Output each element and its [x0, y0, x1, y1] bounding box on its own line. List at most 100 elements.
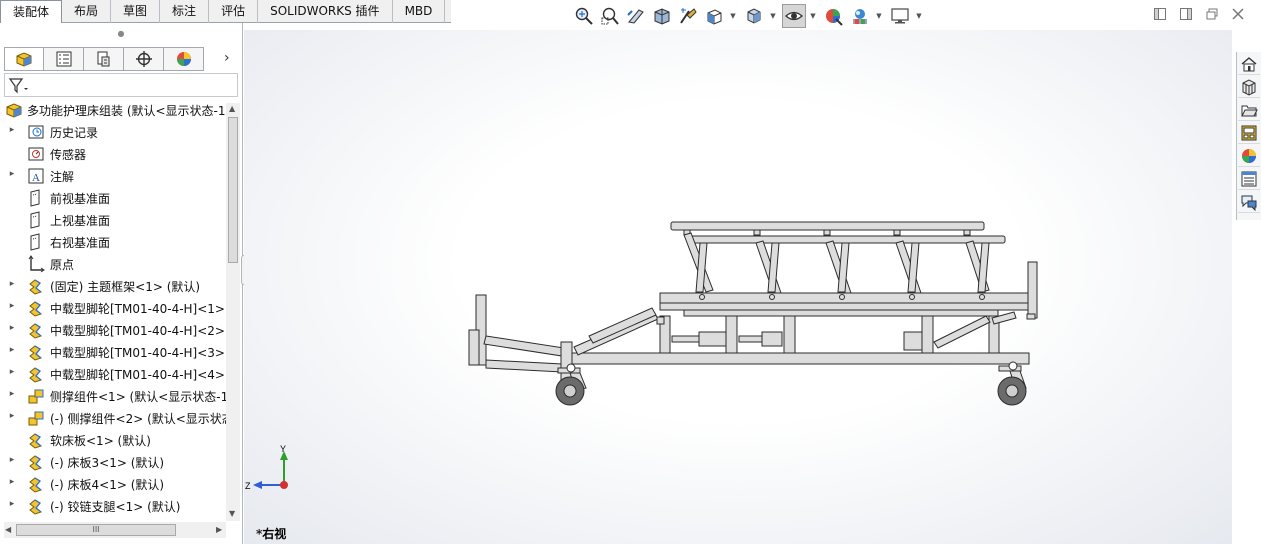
panel-more-chevron-icon[interactable]: ›: [224, 50, 238, 68]
expand-arrow-icon[interactable]: ▸: [7, 301, 17, 311]
part-icon: [29, 323, 43, 339]
scroll-up-icon[interactable]: ▲: [229, 104, 235, 113]
file-explorer-icon[interactable]: [1238, 99, 1260, 121]
subassembly-icon: [28, 411, 44, 426]
tree-item[interactable]: ▸ (固定) 主题框架<1> (默认): [0, 275, 226, 297]
tree-item[interactable]: 传感器: [0, 143, 226, 165]
filter-icon[interactable]: [8, 76, 32, 96]
tree-item[interactable]: 前视基准面: [0, 187, 226, 209]
close-icon[interactable]: [1225, 4, 1251, 24]
tab-assembly[interactable]: 装配体: [0, 0, 63, 24]
dynamic-annotation-icon[interactable]: [676, 4, 700, 28]
vertical-scroll-thumb[interactable]: [228, 117, 238, 263]
restore-window-icon[interactable]: [1199, 4, 1225, 24]
tree-item-label: 前视基准面: [50, 192, 111, 206]
view-setting-dropdown[interactable]: ▼: [914, 4, 924, 28]
forum-icon[interactable]: [1238, 191, 1260, 213]
annotation-icon: A: [28, 168, 44, 184]
expand-arrow-icon[interactable]: ▸: [7, 499, 17, 509]
scroll-left-icon[interactable]: ◀: [5, 525, 11, 534]
history-icon: [28, 125, 44, 139]
view-orientation-dropdown[interactable]: ▼: [728, 4, 738, 28]
previous-view-icon[interactable]: [624, 4, 648, 28]
tree-item[interactable]: ▸ 侧撑组件<1> (默认<显示状态-1: [0, 385, 226, 407]
origin-icon: [28, 255, 45, 273]
configurationmanager-tab[interactable]: [84, 47, 124, 71]
tree-item-label: 中载型脚轮[TM01-40-4-H]<2>: [50, 324, 225, 338]
tree-item[interactable]: ▸ A 注解: [0, 165, 226, 187]
scroll-right-icon[interactable]: ▶: [216, 525, 222, 534]
part-icon: [29, 499, 43, 515]
scroll-down-icon[interactable]: ▼: [229, 509, 235, 518]
featuremanager-tab[interactable]: [4, 47, 44, 71]
propertymanager-tab[interactable]: [44, 47, 84, 71]
tree-item-label: 原点: [50, 258, 75, 272]
display-style-dropdown[interactable]: ▼: [768, 4, 778, 28]
tab-mbd[interactable]: MBD: [393, 0, 446, 23]
design-library-icon[interactable]: [1238, 76, 1260, 98]
tree-item[interactable]: ▸ 中载型脚轮[TM01-40-4-H]<2>: [0, 319, 226, 341]
graphics-area[interactable]: Y Z *右视: [244, 30, 1232, 544]
apply-scene-icon[interactable]: [848, 4, 872, 28]
sensor-icon: [28, 147, 44, 161]
horizontal-scrollbar[interactable]: ◀ III ▶: [4, 522, 226, 538]
expand-arrow-icon[interactable]: ▸: [7, 279, 17, 289]
tree-item[interactable]: ▸ 历史记录: [0, 121, 226, 143]
view-orientation-icon[interactable]: [702, 4, 726, 28]
solidworks-resources-icon[interactable]: [1238, 53, 1260, 75]
hide-show-dropdown[interactable]: ▼: [808, 4, 818, 28]
tree-item[interactable]: ▸ (-) 侧撑组件<2> (默认<显示状态: [0, 407, 226, 429]
tree-item[interactable]: ▸ 中载型脚轮[TM01-40-4-H]<4>: [0, 363, 226, 385]
tree-item[interactable]: ▸ 中载型脚轮[TM01-40-4-H]<3>: [0, 341, 226, 363]
horizontal-scroll-thumb[interactable]: III: [16, 524, 176, 536]
tab-layout[interactable]: 布局: [62, 0, 112, 23]
tree-item[interactable]: 软床板<1> (默认): [0, 429, 226, 451]
edit-appearance-icon[interactable]: [822, 4, 846, 28]
displaymanager-tab[interactable]: [164, 47, 204, 71]
expand-arrow-icon[interactable]: ▸: [7, 477, 17, 487]
view-setting-icon[interactable]: [888, 4, 912, 28]
apply-scene-dropdown[interactable]: ▼: [874, 4, 884, 28]
expand-arrow-icon[interactable]: ▸: [7, 389, 17, 399]
view-palette-icon[interactable]: [1238, 122, 1260, 144]
section-view-icon[interactable]: [650, 4, 674, 28]
vertical-scrollbar[interactable]: ▲ ▼: [226, 103, 240, 521]
tree-item[interactable]: 右视基准面: [0, 231, 226, 253]
tab-solidworks-addins[interactable]: SOLIDWORKS 插件: [258, 0, 393, 23]
expand-arrow-icon[interactable]: ▸: [7, 367, 17, 377]
zoom-to-area-icon[interactable]: [598, 4, 622, 28]
assembly-icon: [6, 103, 22, 118]
expand-arrow-icon[interactable]: ▸: [7, 345, 17, 355]
expand-arrow-icon[interactable]: ▸: [7, 455, 17, 465]
tree-item-label: 中载型脚轮[TM01-40-4-H]<3>: [50, 346, 225, 360]
restore-left-icon[interactable]: [1147, 4, 1173, 24]
expand-arrow-icon[interactable]: ▸: [7, 169, 17, 179]
panel-grip[interactable]: ●: [0, 23, 242, 45]
tree-item[interactable]: ▸ (-) 床板4<1> (默认): [0, 473, 226, 495]
display-style-icon[interactable]: [742, 4, 766, 28]
zoom-to-fit-icon[interactable]: [572, 4, 596, 28]
tree-item[interactable]: 上视基准面: [0, 209, 226, 231]
tree-filter-bar[interactable]: [4, 73, 238, 97]
custom-properties-icon[interactable]: [1238, 168, 1260, 190]
tab-evaluate[interactable]: 评估: [209, 0, 259, 23]
expand-arrow-icon[interactable]: ▸: [7, 323, 17, 333]
restore-right-icon[interactable]: [1173, 4, 1199, 24]
tree-item-label: (-) 铰链支腿<1> (默认): [50, 500, 181, 514]
command-manager-tabs: 装配体 布局 草图 标注 评估 SOLIDWORKS 插件 MBD: [0, 0, 451, 24]
feature-manager-panel: ● › 多功能护理床组装 (默认<显示状态-1 ▸ 历史记录 传感器 ▸ A 注…: [0, 23, 243, 544]
tree-item-label: 中载型脚轮[TM01-40-4-H]<4>: [50, 368, 225, 382]
nursing-bed-model[interactable]: Y Z: [244, 30, 1232, 544]
appearances-icon[interactable]: [1238, 145, 1260, 167]
tree-item[interactable]: ▸ (-) 床板3<1> (默认): [0, 451, 226, 473]
tab-markup[interactable]: 标注: [160, 0, 210, 23]
expand-arrow-icon[interactable]: ▸: [7, 411, 17, 421]
tree-root-assembly[interactable]: 多功能护理床组装 (默认<显示状态-1: [0, 99, 226, 121]
tree-item[interactable]: ▸ (-) 铰链支腿<1> (默认): [0, 495, 226, 517]
expand-arrow-icon[interactable]: ▸: [7, 125, 17, 135]
dimxpert-tab[interactable]: [124, 47, 164, 71]
tree-item[interactable]: 原点: [0, 253, 226, 275]
tree-item[interactable]: ▸ 中载型脚轮[TM01-40-4-H]<1>: [0, 297, 226, 319]
hide-show-icon[interactable]: [782, 4, 806, 28]
tab-sketch[interactable]: 草图: [111, 0, 161, 23]
